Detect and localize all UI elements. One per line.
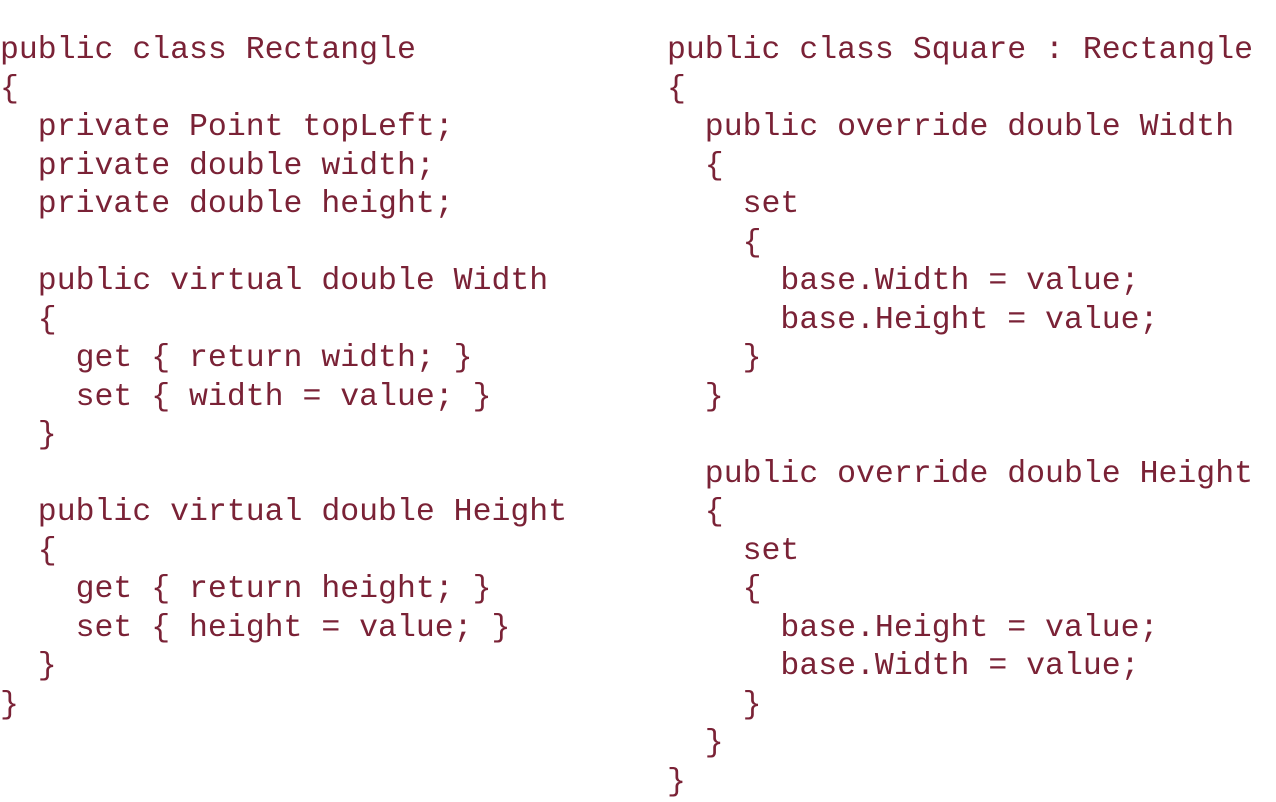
code-line: { xyxy=(0,71,567,110)
code-line: } xyxy=(0,648,567,687)
code-line: { xyxy=(667,494,1253,533)
code-line: set xyxy=(667,186,1253,225)
code-line: base.Height = value; xyxy=(667,302,1253,341)
code-line: private Point topLeft; xyxy=(0,109,567,148)
code-line: { xyxy=(667,225,1253,264)
code-line: { xyxy=(667,571,1253,610)
code-line: } xyxy=(667,340,1253,379)
code-line: private double height; xyxy=(0,186,567,225)
code-line: } xyxy=(667,725,1253,764)
code-line: public override double Height xyxy=(667,456,1253,495)
code-line: { xyxy=(667,71,1253,110)
code-line: set { height = value; } xyxy=(0,610,567,649)
code-line: } xyxy=(667,379,1253,418)
code-line: base.Width = value; xyxy=(667,648,1253,687)
code-line: private double width; xyxy=(0,148,567,187)
code-line: { xyxy=(667,148,1253,187)
code-line: } xyxy=(667,687,1253,726)
code-line: get { return width; } xyxy=(0,340,567,379)
code-line: public virtual double Height xyxy=(0,494,567,533)
code-line: public class Rectangle xyxy=(0,32,567,71)
code-line: set { width = value; } xyxy=(0,379,567,418)
code-line: base.Height = value; xyxy=(667,610,1253,649)
code-line: { xyxy=(0,302,567,341)
code-line xyxy=(0,225,567,264)
code-line xyxy=(667,417,1253,456)
code-line xyxy=(0,456,567,495)
code-line: } xyxy=(0,687,567,726)
code-line: get { return height; } xyxy=(0,571,567,610)
code-line: public override double Width xyxy=(667,109,1253,148)
code-line: public virtual double Width xyxy=(0,263,567,302)
rectangle-class-code: public class Rectangle{ private Point to… xyxy=(0,32,567,725)
code-line: public class Square : Rectangle xyxy=(667,32,1253,71)
code-line: base.Width = value; xyxy=(667,263,1253,302)
code-line: { xyxy=(0,533,567,572)
code-line: set xyxy=(667,533,1253,572)
code-line: } xyxy=(667,764,1253,802)
square-class-code: public class Square : Rectangle{ public … xyxy=(667,32,1253,802)
code-line: } xyxy=(0,417,567,456)
